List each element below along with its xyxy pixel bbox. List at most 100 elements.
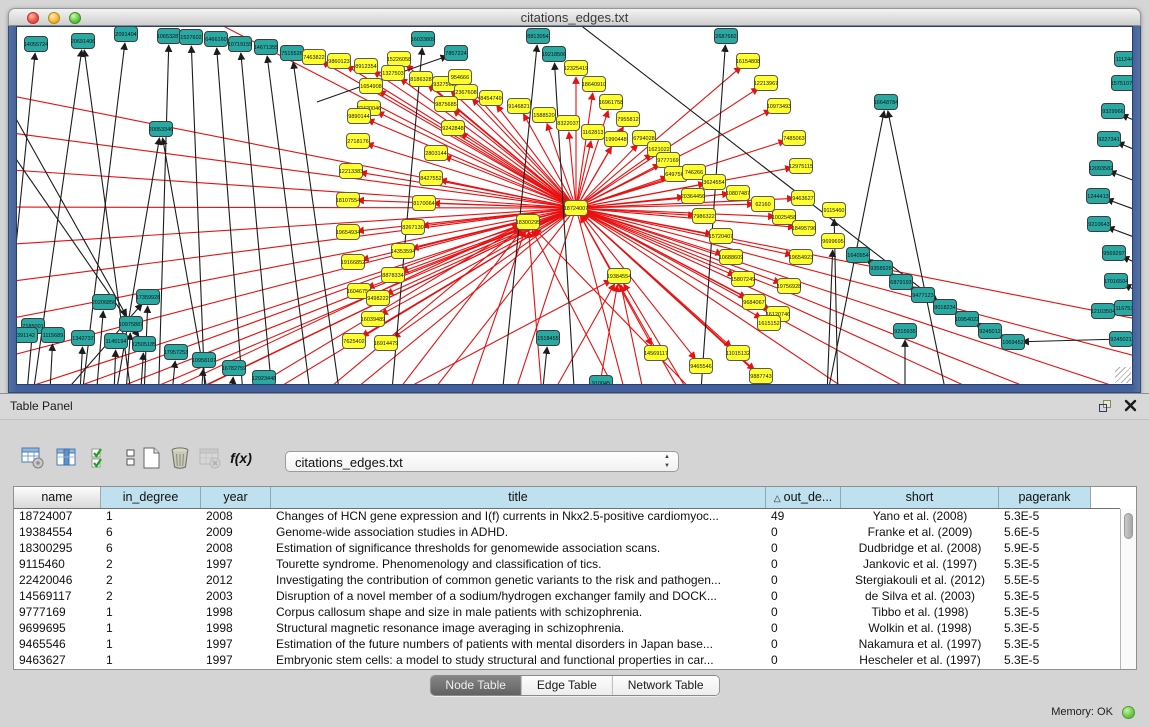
graph-node[interactable]: 16914479 <box>374 336 398 351</box>
graph-node[interactable]: 8018234 <box>934 300 957 315</box>
graph-node[interactable]: 9242848 <box>442 121 465 136</box>
graph-node[interactable]: 10653287 <box>157 29 181 44</box>
graph-node[interactable]: 1342737 <box>72 331 95 346</box>
close-window-button[interactable] <box>27 12 39 24</box>
table-row[interactable]: 1938455462009Genome-wide association stu… <box>14 525 1120 541</box>
graph-node[interactable]: 16033809 <box>411 32 435 47</box>
graph-node[interactable]: 17359928 <box>136 290 160 305</box>
graph-node[interactable]: 8186328 <box>410 72 433 87</box>
graph-node[interactable]: 1327503 <box>382 66 405 81</box>
graph-node[interactable]: 8813054 <box>527 29 550 44</box>
graph-node[interactable]: 9569297 <box>1103 246 1126 261</box>
graph-node[interactable]: 10688609 <box>719 250 743 265</box>
graph-node[interactable]: 10954022 <box>955 312 979 327</box>
graph-node[interactable]: 9210643 <box>1088 217 1111 232</box>
graph-node[interactable]: 1167533 <box>1115 301 1134 316</box>
graph-node[interactable]: 9777169 <box>657 153 680 168</box>
graph-node[interactable]: 9329966 <box>1102 104 1125 119</box>
graph-node[interactable]: 1588520 <box>533 108 556 123</box>
graph-node[interactable]: 9498222 <box>367 291 390 306</box>
graph-node[interactable]: 19384554 <box>607 269 631 284</box>
column-header-in-degree[interactable]: in_degree <box>101 487 201 508</box>
graph-node[interactable]: 9684067 <box>743 295 766 310</box>
table-settings-icon[interactable] <box>20 446 46 472</box>
column-header-short[interactable]: short <box>841 487 999 508</box>
graph-node[interactable]: 1069452 <box>1002 335 1025 350</box>
graph-node[interactable]: 9465546 <box>690 359 713 374</box>
graph-node[interactable]: 17016504 <box>1104 274 1128 289</box>
graph-node[interactable]: 9245012 <box>979 324 1002 339</box>
delete-table-icon[interactable] <box>167 446 193 472</box>
graph-node[interactable]: 8322037 <box>557 116 580 131</box>
table-row[interactable]: 969969511998Structural magnetic resonanc… <box>14 621 1120 637</box>
graph-node[interactable]: 20364456 <box>681 189 705 204</box>
graph-node[interactable]: 7625402 <box>343 334 366 349</box>
graph-node[interactable]: 9463627 <box>792 191 815 206</box>
tab-network-table[interactable]: Network Table <box>613 676 719 695</box>
graph-node[interactable]: 20206856 <box>92 295 116 310</box>
graph-node[interactable]: 16154808 <box>736 54 760 69</box>
graph-node[interactable]: 1244413 <box>1087 189 1110 204</box>
minimize-window-button[interactable] <box>48 12 60 24</box>
graph-node[interactable]: 15226058 <box>387 52 411 67</box>
graph-node[interactable]: 11015132 <box>726 346 750 361</box>
graph-node[interactable]: 15807249 <box>731 272 755 287</box>
graph-node[interactable]: 2687682 <box>715 29 738 44</box>
column-header-name[interactable]: name <box>14 487 101 508</box>
scrollbar-thumb[interactable] <box>1124 513 1133 539</box>
graph-node[interactable]: 19654934 <box>336 225 360 240</box>
graph-node[interactable]: 10958107 <box>192 353 216 368</box>
graph-node[interactable]: 12093582 <box>1089 161 1113 176</box>
graph-node[interactable]: 9477123 <box>912 288 935 303</box>
graph-node[interactable]: 8454749 <box>480 91 503 106</box>
graph-node[interactable]: 1654908 <box>360 79 383 94</box>
column-header-out-de-[interactable]: △out_de... <box>766 487 841 508</box>
column-header-title[interactable]: title <box>271 487 766 508</box>
tab-node-table[interactable]: Node Table <box>430 676 522 695</box>
graph-node[interactable]: 14353594 <box>391 244 415 259</box>
graph-node[interactable]: 391142 <box>17 328 38 343</box>
float-panel-icon[interactable] <box>1099 400 1113 413</box>
graph-node[interactable]: 12923448 <box>252 371 276 385</box>
graph-node[interactable]: 9115460 <box>823 203 846 218</box>
graph-node[interactable]: 15720407 <box>709 229 733 244</box>
graph-node[interactable]: 7463822 <box>303 50 326 65</box>
tab-edge-table[interactable]: Edge Table <box>522 676 613 695</box>
graph-node[interactable]: 1115689 <box>42 328 65 343</box>
close-panel-icon[interactable] <box>1124 399 1137 412</box>
graph-node[interactable]: 7955812 <box>617 112 640 127</box>
graph-node[interactable]: 19654923 <box>789 250 813 265</box>
graph-node[interactable]: 8170064 <box>413 196 436 211</box>
graph-node[interactable]: 1640954 <box>847 248 870 263</box>
graph-node[interactable]: 7515526 <box>281 46 304 61</box>
column-header-year[interactable]: year <box>201 487 271 508</box>
graph-node[interactable]: 9887743 <box>750 369 773 384</box>
column-header-pagerank[interactable]: pagerank <box>999 487 1091 508</box>
graph-node[interactable]: 18495796 <box>792 221 816 236</box>
graph-node[interactable]: 9358928 <box>870 261 893 276</box>
resize-grip-icon[interactable] <box>1115 367 1131 383</box>
graph-node[interactable]: 10807487 <box>726 186 750 201</box>
graph-node[interactable]: 12213383 <box>339 164 363 179</box>
graph-node[interactable]: 12975115 <box>789 159 813 174</box>
graph-node[interactable]: 1112448 <box>1115 52 1134 67</box>
graph-node[interactable]: 7857224 <box>445 46 468 61</box>
table-row[interactable]: 946554611997Estimation of the future num… <box>14 637 1120 653</box>
graph-node[interactable]: 18640910 <box>582 77 606 92</box>
graph-node[interactable]: 9245021 <box>1110 332 1133 347</box>
new-table-icon[interactable] <box>139 446 165 472</box>
graph-node[interactable]: 8912354 <box>355 59 378 74</box>
graph-node[interactable]: 15751074 <box>1111 76 1133 91</box>
graph-node[interactable]: 16039489 <box>361 312 385 327</box>
graph-node[interactable]: 3624554 <box>703 175 726 190</box>
graph-node[interactable]: 10973493 <box>767 99 791 114</box>
table-row[interactable]: 1830029562008Estimation of significance … <box>14 541 1120 557</box>
graph-node[interactable]: 954666 <box>449 70 472 85</box>
graph-node[interactable]: 18724007 <box>564 201 588 216</box>
table-row[interactable]: 1872400712008Changes of HCN gene express… <box>14 509 1120 525</box>
graph-node[interactable]: 16648784 <box>874 95 898 110</box>
graph-node[interactable]: 9146821 <box>508 99 531 114</box>
graph-node[interactable]: 1145194 <box>105 334 128 349</box>
graph-node[interactable]: 14569117 <box>644 346 668 361</box>
graph-node[interactable]: 1615152 <box>758 316 781 331</box>
